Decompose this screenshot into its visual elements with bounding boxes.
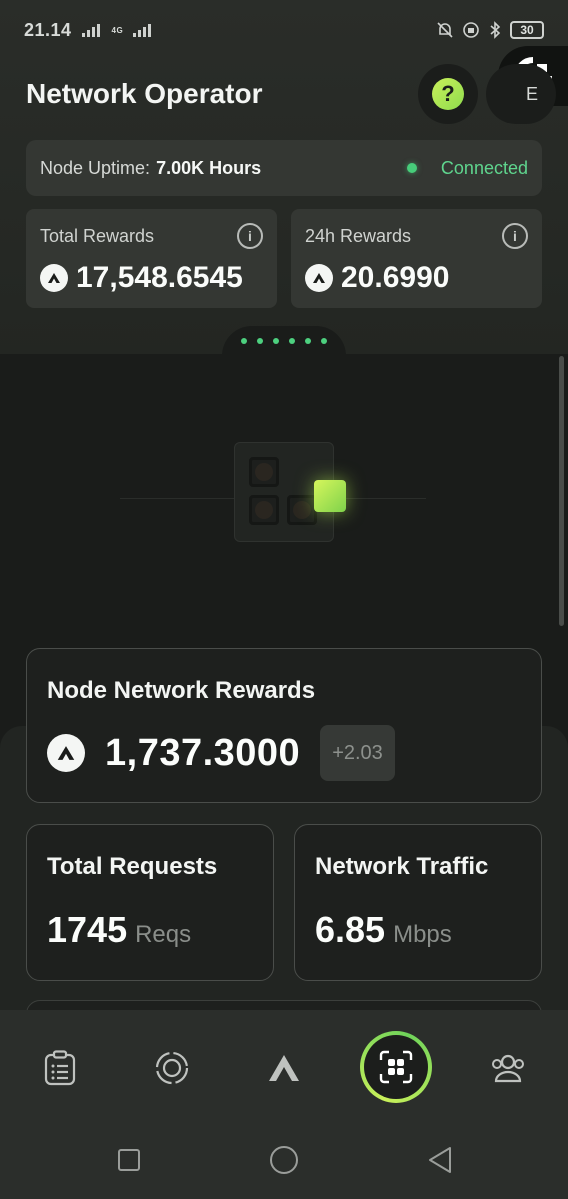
node-network-rewards-value: 1,737.3000	[105, 731, 301, 774]
total-requests-value: 1745	[47, 909, 128, 950]
nav-explore-button[interactable]	[140, 1036, 204, 1100]
token-logo-icon	[305, 264, 333, 292]
nav-scan-button[interactable]	[360, 1031, 432, 1103]
language-label: E	[526, 83, 539, 104]
status-time: 21.14	[24, 19, 72, 40]
network-traffic-unit: Mbps	[393, 921, 452, 948]
daily-rewards-value: 20.6990	[341, 261, 450, 294]
battery-icon: 30	[510, 21, 544, 39]
daily-rewards-label: 24h Rewards	[305, 225, 412, 246]
status-bar: 21.14 4G 30	[0, 0, 568, 60]
brand-logo-icon	[269, 1055, 299, 1081]
data-saver-icon	[463, 22, 479, 38]
info-icon[interactable]: i	[502, 223, 528, 249]
bluetooth-icon	[490, 21, 501, 39]
info-icon[interactable]: i	[237, 223, 263, 249]
page-title: Network Operator	[26, 78, 263, 109]
connection-status-label: Connected	[440, 157, 528, 178]
status-left: 21.14 4G	[24, 19, 152, 41]
total-requests-title: Total Requests	[47, 853, 218, 880]
rewards-delta-badge: +2.03	[320, 725, 395, 781]
page-indicator[interactable]	[222, 326, 346, 356]
node-network-rewards-card[interactable]: Node Network Rewards 1,737.3000 +2.03	[26, 648, 542, 803]
network-traffic-title: Network Traffic	[315, 853, 489, 880]
nav-community-button[interactable]	[476, 1036, 540, 1100]
people-icon	[492, 1054, 524, 1083]
page-dot	[241, 338, 247, 344]
total-requests-unit: Reqs	[135, 921, 192, 948]
recent-apps-button[interactable]	[109, 1140, 149, 1180]
page-dot	[257, 338, 263, 344]
square-icon	[118, 1149, 140, 1171]
page-dot	[321, 338, 327, 344]
signal-icon-secondary	[133, 23, 152, 37]
connector-line	[346, 498, 426, 499]
connector-line	[120, 498, 234, 499]
nav-tasks-button[interactable]	[28, 1036, 92, 1100]
network-traffic-card[interactable]: Network Traffic 6.85 Mbps	[294, 824, 542, 981]
signal-icon	[81, 23, 100, 37]
token-logo-icon	[40, 264, 68, 292]
total-rewards-label: Total Rewards	[40, 225, 155, 246]
help-button[interactable]: ?	[418, 64, 478, 124]
network-type-label: 4G	[111, 25, 124, 35]
connection-status: Connected	[406, 157, 528, 179]
status-dot-icon	[406, 163, 417, 173]
home-button[interactable]	[264, 1140, 304, 1180]
page-dot	[289, 338, 295, 344]
header: Network Operator ? E	[26, 64, 568, 124]
uptime-value: 7.00K Hours	[156, 157, 262, 178]
nav-home-button[interactable]	[252, 1036, 316, 1100]
page-dot	[273, 338, 279, 344]
token-logo-icon	[47, 734, 85, 772]
total-rewards-card: Total Rewards i 17,548.6545	[26, 209, 277, 308]
page-dot	[305, 338, 311, 344]
total-rewards-value: 17,548.6545	[76, 261, 243, 294]
tasks-icon	[44, 1050, 76, 1086]
scan-icon	[379, 1050, 413, 1084]
earth-icon	[155, 1051, 189, 1085]
node-network-rewards-title: Node Network Rewards	[47, 677, 316, 704]
app-screen: 21.14 4G 30 Network Operator ? E Node Up…	[0, 0, 568, 1199]
back-triangle-icon	[429, 1147, 451, 1173]
mute-bell-icon	[437, 22, 453, 38]
back-button[interactable]	[420, 1140, 460, 1180]
total-requests-card[interactable]: Total Requests 1745 Reqs	[26, 824, 274, 981]
language-button[interactable]: E	[486, 64, 556, 124]
active-node-icon	[314, 480, 346, 512]
daily-rewards-card: 24h Rewards i 20.6990	[291, 209, 542, 308]
network-traffic-value: 6.85	[315, 909, 386, 950]
scrollbar[interactable]	[559, 356, 564, 626]
uptime-label: Node Uptime:	[40, 157, 151, 178]
help-icon: ?	[432, 78, 464, 110]
status-right: 30	[436, 21, 544, 39]
node-uptime-bar: Node Uptime: 7.00K Hours Connected	[26, 140, 542, 196]
circle-icon	[270, 1146, 298, 1174]
